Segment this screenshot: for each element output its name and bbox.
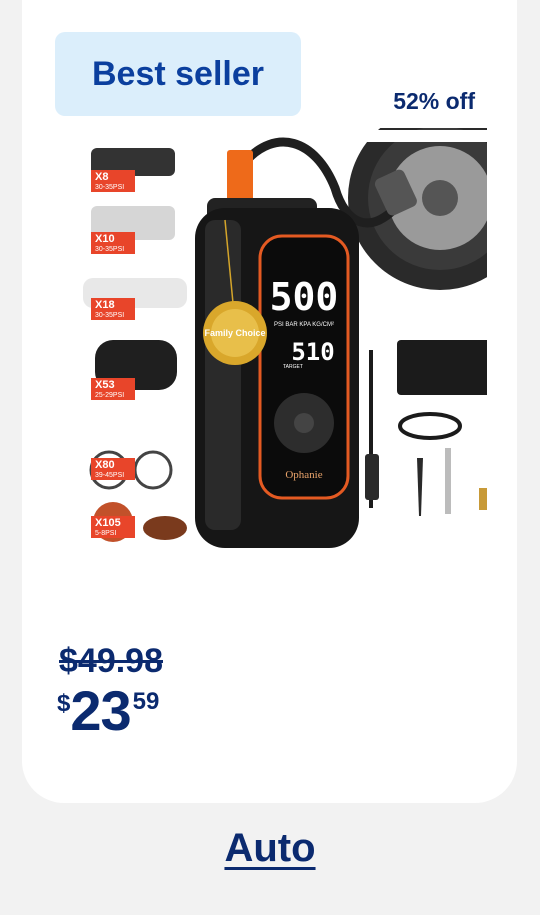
price-currency: $ — [57, 690, 71, 717]
discount-label: 52% off — [393, 88, 475, 114]
medal-label: Family Choice — [204, 328, 265, 338]
vehicle-model-label: X80 — [95, 459, 115, 471]
price-cents: 59 — [132, 688, 160, 715]
display-target-label: TARGET — [283, 364, 303, 370]
product-image[interactable]: 500 PSI BAR KPA KG/CM² 510 TARGET Ophani… — [55, 128, 487, 556]
original-price: $49.98 — [59, 642, 163, 680]
display-units: PSI BAR KPA KG/CM² — [274, 322, 334, 328]
accessories — [365, 340, 487, 516]
brand-label: Ophanie — [285, 469, 322, 481]
vehicle-psi-label: 39-45PSI — [95, 472, 124, 479]
vehicle-psi-label: 5-8PSI — [95, 530, 116, 537]
vehicle-psi-label: 30-35PSI — [95, 312, 124, 319]
vehicle-psi-label: 30-35PSI — [95, 246, 124, 253]
price-dollars: 23 — [70, 679, 131, 742]
vehicle-model-label: X53 — [95, 379, 115, 391]
current-price: $ 23 59 — [57, 682, 159, 740]
category-link-container: Auto — [0, 826, 540, 871]
display-target-value: 510 — [291, 338, 334, 366]
vehicle-psi-label: 25-29PSI — [95, 392, 124, 399]
vehicle-model-label: X18 — [95, 299, 115, 311]
display-main-value: 500 — [270, 275, 339, 319]
vehicle-model-label: X10 — [95, 233, 115, 245]
product-card[interactable]: Best seller 52% off 500 PSI BAR KPA KG/C… — [22, 0, 517, 803]
vehicle-model-label: X8 — [95, 171, 108, 183]
tire-illustration — [345, 128, 487, 290]
vehicle-list — [83, 148, 187, 542]
compressor-device: 500 PSI BAR KPA KG/CM² 510 TARGET Ophani… — [195, 150, 359, 548]
best-seller-badge: Best seller — [55, 32, 301, 116]
vehicle-model-label: X105 — [95, 517, 121, 529]
vehicle-psi-label: 30-35PSI — [95, 184, 124, 191]
category-link[interactable]: Auto — [224, 826, 315, 870]
